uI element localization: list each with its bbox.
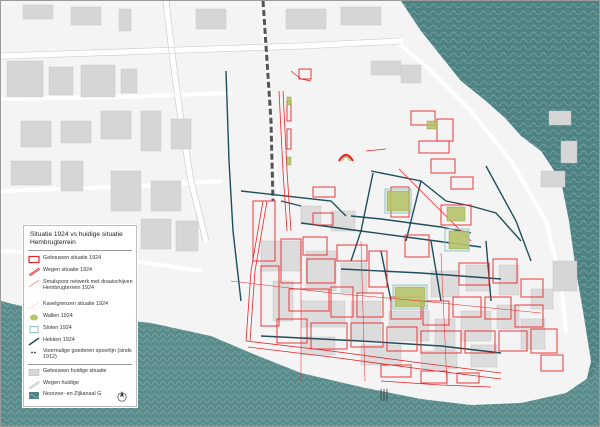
building-1924-icon xyxy=(28,255,40,264)
map-legend: Situatie 1924 vs huidige situatie Hembru… xyxy=(23,225,137,407)
legend-item: Kavelgrenzen situatie 1924 xyxy=(28,300,134,312)
plot-boundary-icon xyxy=(28,301,40,310)
legend-item: Voormalige goederen spoorlijn (sinds 191… xyxy=(28,347,134,363)
earthwork-icon xyxy=(30,314,38,321)
road-current-icon xyxy=(28,380,40,389)
legend-item: Wegen situatie 1924 xyxy=(28,266,134,278)
road-1924-icon xyxy=(28,267,40,276)
legend-label: Smalspoor netwerk met draaischijven Hemb… xyxy=(43,279,133,292)
building-current-icon xyxy=(28,369,40,376)
map-frame: Situatie 1924 vs huidige situatie Hembru… xyxy=(0,0,600,427)
ditch-icon xyxy=(29,326,39,333)
north-arrow-icon xyxy=(117,391,127,402)
legend-divider xyxy=(28,250,132,251)
legend-label: Wegen situatie 1924 xyxy=(43,267,93,273)
legend-label: Sloten 1924 xyxy=(43,325,72,331)
legend-item: Gebouwen situatie 1924 xyxy=(28,254,134,266)
fence-icon xyxy=(28,337,40,346)
legend-label: Hekken 1924 xyxy=(43,337,75,343)
legend-label: Voormalige goederen spoorlijn (sinds 191… xyxy=(43,348,132,361)
legend-item: Wallen 1924 xyxy=(28,312,134,324)
legend-label: Wallen 1924 xyxy=(43,313,73,319)
legend-item: Sloten 1924 xyxy=(28,324,134,336)
narrow-gauge-icon xyxy=(28,279,40,288)
legend-title: Situatie 1924 vs huidige situatie Hembru… xyxy=(30,231,123,246)
canal-icon xyxy=(28,392,40,399)
legend-label: Gebouwen huidige situatie xyxy=(43,368,107,374)
legend-divider xyxy=(28,364,132,365)
legend-item: Smalspoor netwerk met draaischijven Hemb… xyxy=(28,278,134,298)
legend-label: Wegen huidige xyxy=(43,380,79,386)
legend-label: Gebouwen situatie 1924 xyxy=(43,255,102,261)
legend-label: Kavelgrenzen situatie 1924 xyxy=(43,301,109,307)
legend-item: Gebouwen huidige situatie xyxy=(28,367,134,379)
railway-icon xyxy=(31,351,37,354)
